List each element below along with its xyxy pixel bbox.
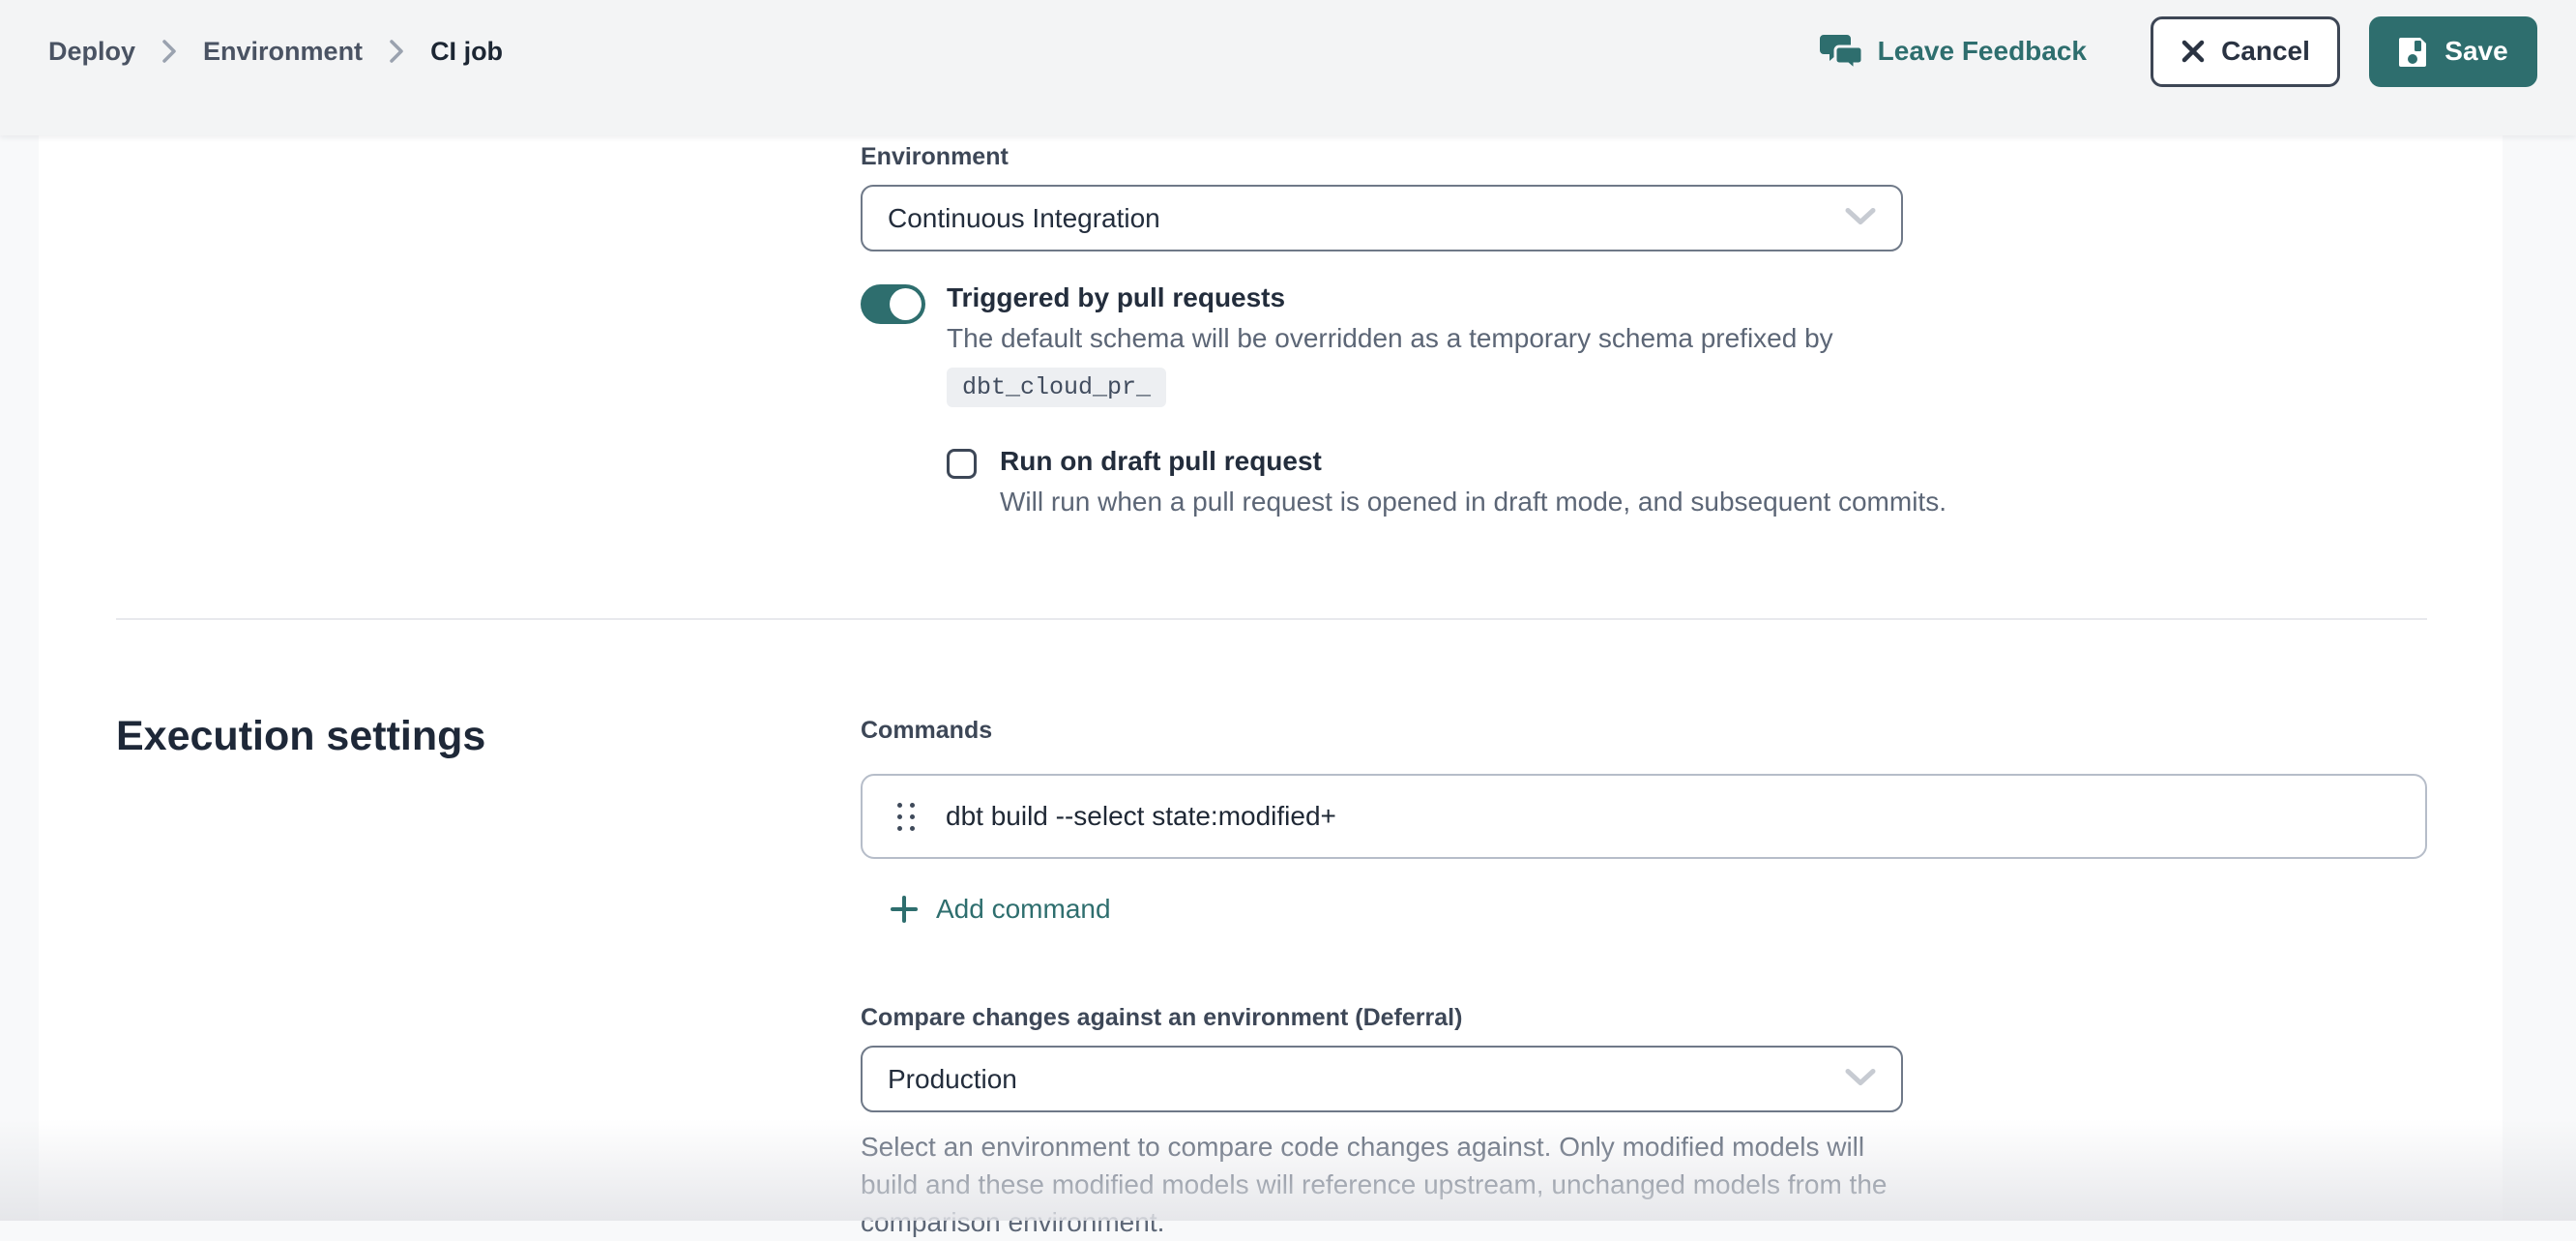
add-command-label: Add command	[936, 894, 1111, 925]
draft-pr-row: Run on draft pull request Will run when …	[947, 446, 2503, 521]
draft-pr-description: Will run when a pull request is opened i…	[1000, 483, 1947, 521]
pr-trigger-row: Triggered by pull requests The default s…	[861, 282, 2503, 407]
command-input[interactable]: dbt build --select state:modified+	[946, 801, 1336, 832]
chevron-down-icon	[1843, 1066, 1878, 1092]
section-divider	[116, 618, 2427, 620]
commands-label: Commands	[861, 717, 2427, 745]
toggle-knob	[890, 288, 922, 320]
execution-settings-title-col: Execution settings	[39, 713, 861, 1241]
add-command-button[interactable]: Add command	[890, 894, 1111, 925]
execution-settings-title: Execution settings	[116, 713, 861, 760]
chevron-down-icon	[1843, 205, 1878, 231]
x-icon	[2181, 39, 2206, 64]
pr-trigger-toggle[interactable]	[861, 284, 925, 324]
deferral-select[interactable]: Production	[861, 1046, 1903, 1112]
top-bar: Deploy Environment CI job Leave Feedback…	[0, 0, 2576, 135]
command-row: dbt build --select state:modified+	[861, 774, 2427, 859]
leave-feedback-label: Leave Feedback	[1878, 36, 2087, 67]
environment-select[interactable]: Continuous Integration	[861, 185, 1903, 251]
breadcrumb-deploy[interactable]: Deploy	[48, 37, 135, 67]
execution-settings-section: Execution settings Commands dbt build --…	[39, 713, 2503, 1241]
pr-trigger-label: Triggered by pull requests	[947, 282, 1833, 313]
draft-pr-label: Run on draft pull request	[1000, 446, 1947, 477]
breadcrumb-environment[interactable]: Environment	[203, 37, 363, 67]
plus-icon	[890, 895, 919, 924]
breadcrumb-ci-job: CI job	[430, 37, 503, 67]
save-label: Save	[2444, 36, 2507, 67]
chat-bubbles-icon	[1820, 31, 1864, 72]
schema-prefix-code: dbt_cloud_pr_	[947, 368, 1166, 407]
deferral-description: Select an environment to compare code ch…	[861, 1128, 1915, 1241]
cancel-button[interactable]: Cancel	[2151, 16, 2340, 87]
deferral-select-value: Production	[888, 1064, 1017, 1095]
floppy-disk-icon	[2398, 35, 2429, 68]
deferral-label: Compare changes against an environment (…	[861, 1004, 2427, 1032]
environment-label: Environment	[861, 143, 2503, 171]
pr-trigger-description: The default schema will be overridden as…	[947, 319, 1833, 358]
execution-settings-fields: Commands dbt build --select state:modifi…	[861, 713, 2427, 1241]
environment-select-value: Continuous Integration	[888, 203, 1160, 234]
chevron-right-icon	[161, 37, 178, 66]
chevron-right-icon	[388, 37, 405, 66]
grip-dots-icon[interactable]	[892, 797, 921, 837]
cancel-label: Cancel	[2221, 36, 2310, 67]
save-button[interactable]: Save	[2369, 16, 2537, 87]
environment-section: Environment Continuous Integration Trigg…	[861, 143, 2503, 521]
header-actions: Leave Feedback Cancel Save	[1820, 16, 2537, 87]
draft-pr-checkbox[interactable]	[947, 449, 977, 479]
content-panel: Environment Continuous Integration Trigg…	[39, 135, 2503, 1221]
breadcrumb: Deploy Environment CI job	[48, 37, 503, 67]
leave-feedback-link[interactable]: Leave Feedback	[1820, 31, 2087, 72]
